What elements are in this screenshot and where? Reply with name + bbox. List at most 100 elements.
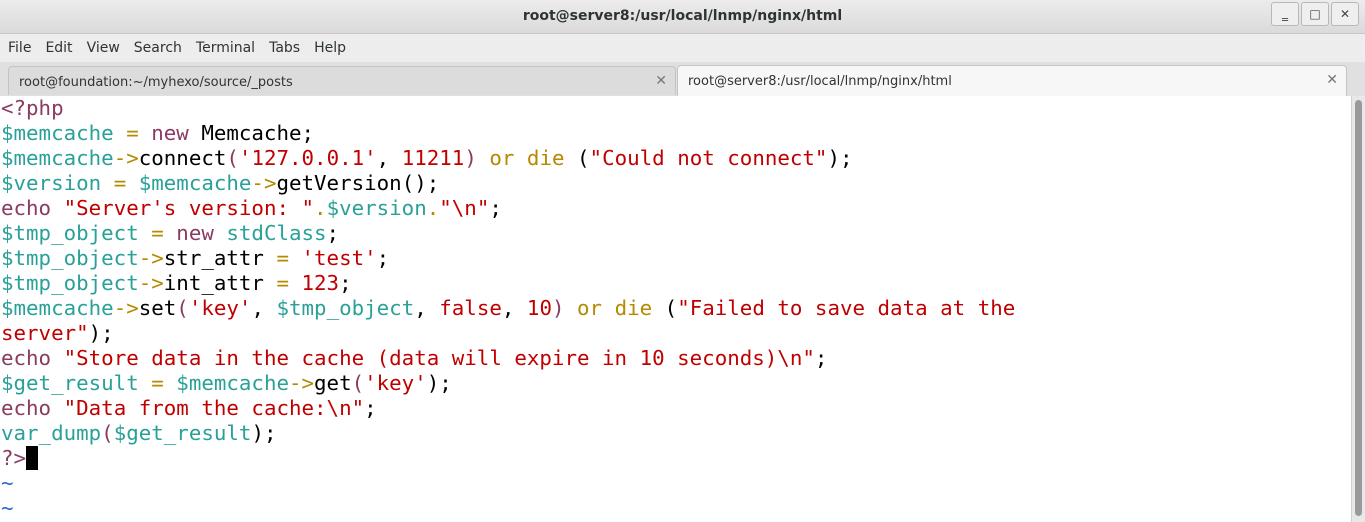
code-line: server"); bbox=[1, 321, 1015, 346]
tab-label: root@foundation:~/myhexo/source/_posts bbox=[19, 75, 293, 90]
code-token: , bbox=[376, 146, 402, 170]
code-token: ; bbox=[814, 346, 828, 370]
menu-bar: File Edit View Search Terminal Tabs Help bbox=[0, 34, 1365, 62]
maximize-button[interactable]: □ bbox=[1301, 2, 1329, 26]
code-token: -> bbox=[138, 271, 164, 295]
code-token: ) bbox=[551, 296, 565, 320]
close-button[interactable]: ✕ bbox=[1331, 2, 1359, 26]
code-line: $memcache->connect('127.0.0.1', 11211) o… bbox=[1, 146, 1015, 171]
code-line: echo "Server's version: ".$version."\n"; bbox=[1, 196, 1015, 221]
code-line: echo "Data from the cache:\n"; bbox=[1, 396, 1015, 421]
menu-file[interactable]: File bbox=[0, 40, 38, 56]
code-token: -> bbox=[113, 146, 139, 170]
code-token: getVersion bbox=[276, 171, 402, 195]
code-token: $get_result bbox=[1, 371, 139, 395]
scrollbar[interactable] bbox=[1351, 96, 1365, 522]
terminal-editor[interactable]: <?php $memcache = new Memcache; $memcache-… bbox=[0, 96, 1352, 522]
code-line: ?> bbox=[1, 446, 1015, 471]
code-token: ) bbox=[464, 146, 477, 170]
code-line: $tmp_object->int_attr = 123; bbox=[1, 271, 1015, 296]
menu-edit[interactable]: Edit bbox=[38, 40, 79, 56]
code-token: int_attr bbox=[163, 271, 264, 295]
code-token: $memcache bbox=[1, 296, 114, 320]
code-token: ?> bbox=[1, 446, 27, 470]
code-token: $memcache bbox=[1, 146, 114, 170]
code-token: 'key' bbox=[364, 371, 427, 395]
menu-search[interactable]: Search bbox=[127, 40, 189, 56]
close-tab-icon[interactable]: ✕ bbox=[1326, 72, 1338, 88]
code-token: connect bbox=[138, 146, 227, 170]
code-token: or die bbox=[476, 146, 565, 170]
code-view[interactable]: <?php $memcache = new Memcache; $memcache-… bbox=[1, 96, 1015, 521]
code-token: 10 bbox=[526, 296, 552, 320]
code-line: $tmp_object = new stdClass; bbox=[1, 221, 1015, 246]
menu-help[interactable]: Help bbox=[307, 40, 353, 56]
code-token: ; bbox=[339, 271, 352, 295]
code-line: echo "Store data in the cache (data will… bbox=[1, 346, 1015, 371]
tab-label: root@server8:/usr/local/lnmp/nginx/html bbox=[688, 74, 952, 89]
code-token: 'key' bbox=[188, 296, 252, 320]
code-token: ); bbox=[827, 146, 853, 170]
code-token: set bbox=[138, 296, 177, 320]
code-token: $get_result bbox=[113, 421, 252, 445]
code-token: <?php bbox=[1, 96, 64, 120]
code-token: 123 bbox=[301, 271, 340, 295]
code-token: "Store data in the cache (data will expi… bbox=[51, 346, 815, 370]
code-token: ( bbox=[652, 296, 678, 320]
code-token: $tmp_object bbox=[276, 296, 415, 320]
code-token: ); bbox=[88, 321, 114, 345]
code-token: , bbox=[414, 296, 440, 320]
code-token: = bbox=[113, 121, 152, 145]
code-token: = bbox=[263, 246, 302, 270]
close-tab-icon[interactable]: ✕ bbox=[655, 73, 667, 89]
scrollbar-thumb[interactable] bbox=[1355, 100, 1362, 516]
code-token: ( bbox=[226, 146, 239, 170]
code-token: 'test' bbox=[301, 246, 377, 270]
code-token: Memcache; bbox=[188, 121, 315, 145]
code-token: "\n" bbox=[439, 196, 490, 220]
code-token: stdClass bbox=[213, 221, 327, 245]
code-token: "Failed to save data at the bbox=[677, 296, 1016, 320]
code-token: server" bbox=[1, 321, 89, 345]
window-controls: ‗ □ ✕ bbox=[1269, 2, 1359, 26]
code-token: $memcache bbox=[176, 371, 289, 395]
code-token: ; bbox=[326, 221, 340, 245]
code-token: '127.0.0.1' bbox=[238, 146, 377, 170]
code-token: "Server's version: " bbox=[51, 196, 315, 220]
code-token: . bbox=[426, 196, 440, 220]
code-token: $tmp_object bbox=[1, 271, 139, 295]
code-token: or die bbox=[564, 296, 653, 320]
code-token: , bbox=[501, 296, 527, 320]
menu-view[interactable]: View bbox=[80, 40, 127, 56]
code-token: ); bbox=[426, 371, 452, 395]
code-token: ( bbox=[564, 146, 590, 170]
code-token: = bbox=[138, 221, 177, 245]
code-line: ~ bbox=[1, 496, 1015, 521]
menu-tabs[interactable]: Tabs bbox=[262, 40, 307, 56]
code-token: = bbox=[263, 271, 302, 295]
code-token: new bbox=[151, 121, 189, 145]
title-bar: root@server8:/usr/local/lnmp/nginx/html … bbox=[0, 0, 1365, 34]
code-token: ~ bbox=[1, 471, 14, 495]
code-line: $memcache->set('key', $tmp_object, false… bbox=[1, 296, 1015, 321]
code-token: ; bbox=[364, 396, 377, 420]
code-line: $get_result = $memcache->get('key'); bbox=[1, 371, 1015, 396]
code-token: -> bbox=[288, 371, 315, 395]
menu-terminal[interactable]: Terminal bbox=[189, 40, 262, 56]
code-line: $version = $memcache->getVersion(); bbox=[1, 171, 1015, 196]
code-line: <?php bbox=[1, 96, 1015, 121]
code-token: echo bbox=[1, 196, 52, 220]
minimize-button[interactable]: ‗ bbox=[1271, 2, 1299, 26]
code-token: . bbox=[314, 196, 327, 220]
code-token: -> bbox=[138, 246, 164, 270]
code-line: ~ bbox=[1, 471, 1015, 496]
code-token: "Data from the cache:\n" bbox=[51, 396, 365, 420]
code-token: $memcache bbox=[1, 121, 114, 145]
code-token: echo bbox=[1, 346, 52, 370]
code-token: $tmp_object bbox=[1, 221, 139, 245]
tab-foundation[interactable]: root@foundation:~/myhexo/source/_posts ✕ bbox=[8, 66, 676, 95]
text-cursor bbox=[26, 446, 39, 470]
code-token: = bbox=[138, 371, 177, 395]
code-token: echo bbox=[1, 396, 52, 420]
tab-server8[interactable]: root@server8:/usr/local/lnmp/nginx/html … bbox=[677, 65, 1347, 96]
